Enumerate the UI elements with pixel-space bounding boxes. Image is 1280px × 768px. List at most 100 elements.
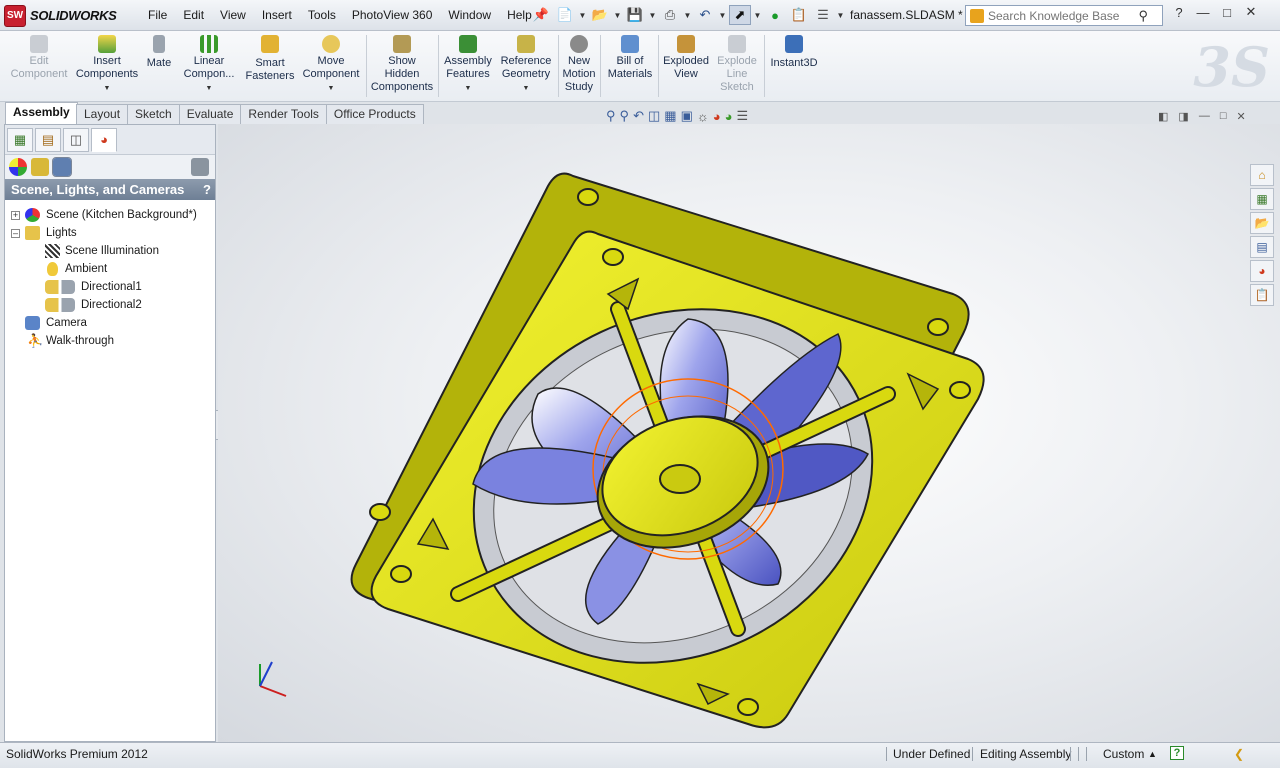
- panel-help-icon[interactable]: ?: [199, 179, 215, 200]
- apply-scene-icon[interactable]: ◕: [725, 109, 733, 124]
- split-right-icon[interactable]: ◨: [1178, 110, 1188, 123]
- help-icon[interactable]: ?: [1170, 5, 1188, 20]
- new-motion-study-button[interactable]: New Motion Study: [562, 35, 596, 94]
- undo-dropdown-icon[interactable]: ▼: [718, 5, 727, 25]
- scene-lights-cameras-icon[interactable]: [52, 157, 72, 177]
- tab-sketch[interactable]: Sketch: [127, 104, 180, 124]
- menu-view[interactable]: View: [212, 0, 254, 31]
- tree-item-scene[interactable]: + Scene (Kitchen Background*): [5, 206, 215, 224]
- select-cursor-icon[interactable]: ⬈: [729, 5, 751, 25]
- reference-geometry-dropdown-icon[interactable]: ▼: [498, 82, 554, 95]
- design-library-icon[interactable]: ▦: [1250, 188, 1274, 210]
- doc-restore-icon[interactable]: □: [1220, 110, 1227, 123]
- close-icon[interactable]: ✕: [1242, 4, 1260, 20]
- move-component-button[interactable]: Move Component ▼: [300, 35, 362, 95]
- new-dropdown-icon[interactable]: ▼: [578, 5, 587, 25]
- zoom-to-area-icon[interactable]: ⚲: [620, 108, 630, 124]
- appearances-scenes-icon[interactable]: ◕: [1250, 260, 1274, 282]
- search-icon[interactable]: ⚲: [1138, 8, 1148, 24]
- print-dropdown-icon[interactable]: ▼: [683, 5, 692, 25]
- property-manager-tab-icon[interactable]: ▤: [35, 127, 61, 152]
- tree-item-directional2[interactable]: Directional2: [5, 296, 215, 314]
- tab-office-products[interactable]: Office Products: [325, 104, 424, 124]
- mate-button[interactable]: Mate: [142, 35, 176, 70]
- insert-components-button[interactable]: Insert Components ▼: [74, 35, 140, 95]
- appearances-icon[interactable]: [9, 158, 27, 176]
- file-properties-icon[interactable]: 📋: [788, 5, 810, 25]
- panel-options-icon[interactable]: [191, 158, 209, 176]
- pin-icon[interactable]: 📌: [530, 5, 552, 25]
- view-orientation-icon[interactable]: ▦: [664, 108, 676, 124]
- section-view-icon[interactable]: ◫: [648, 108, 660, 124]
- fan-assembly-model[interactable]: [218, 124, 1280, 742]
- save-icon[interactable]: 💾: [624, 5, 646, 25]
- doc-close-icon[interactable]: ✕: [1236, 110, 1245, 123]
- save-dropdown-icon[interactable]: ▼: [648, 5, 657, 25]
- zoom-to-fit-icon[interactable]: ⚲: [606, 108, 616, 124]
- restore-icon[interactable]: □: [1218, 5, 1236, 20]
- reference-geometry-button[interactable]: Reference Geometry ▼: [498, 35, 554, 95]
- view-settings-icon[interactable]: ☰: [737, 108, 749, 124]
- solidworks-logo[interactable]: SW SOLIDWORKS: [4, 4, 130, 27]
- solidworks-resources-icon[interactable]: ⌂: [1250, 164, 1274, 186]
- undo-icon[interactable]: ↶: [694, 5, 716, 25]
- print-icon[interactable]: ⎙: [659, 5, 681, 25]
- options-dropdown-icon[interactable]: ▼: [836, 5, 845, 25]
- minimize-icon[interactable]: —: [1194, 5, 1212, 20]
- configuration-manager-tab-icon[interactable]: ◫: [63, 127, 89, 152]
- menu-insert[interactable]: Insert: [254, 0, 300, 31]
- view-palette-icon[interactable]: ▤: [1250, 236, 1274, 258]
- assembly-features-dropdown-icon[interactable]: ▼: [442, 82, 494, 95]
- tab-render-tools[interactable]: Render Tools: [240, 104, 327, 124]
- select-dropdown-icon[interactable]: ▼: [753, 5, 762, 25]
- graphics-area[interactable]: ⌂ ▦ 📂 ▤ ◕ 📋: [218, 124, 1280, 742]
- menu-edit[interactable]: Edit: [175, 0, 212, 31]
- unit-system[interactable]: Custom: [1103, 743, 1144, 765]
- quick-tips-help-icon[interactable]: ?: [1170, 746, 1184, 760]
- custom-properties-icon[interactable]: 📋: [1250, 284, 1274, 306]
- knowledge-base-search[interactable]: ⚲: [965, 5, 1163, 26]
- open-dropdown-icon[interactable]: ▼: [613, 5, 622, 25]
- linear-component-pattern-button[interactable]: Linear Compon... ▼: [178, 35, 240, 95]
- doc-minimize-icon[interactable]: —: [1199, 110, 1210, 123]
- tab-layout[interactable]: Layout: [76, 104, 129, 124]
- tree-item-lights[interactable]: – Lights: [5, 224, 215, 242]
- rebuild-traffic-light-icon[interactable]: ●: [764, 5, 786, 25]
- units-menu-icon[interactable]: ▲: [1148, 743, 1157, 765]
- edit-appearance-icon[interactable]: ◕: [713, 109, 721, 124]
- hide-show-items-icon[interactable]: ☼: [697, 109, 709, 124]
- options-icon[interactable]: ☰: [812, 5, 834, 25]
- tree-item-walkthrough[interactable]: ⛹ Walk-through: [5, 332, 215, 350]
- collapse-icon[interactable]: –: [11, 229, 20, 238]
- open-folder-icon[interactable]: 📂: [589, 5, 611, 25]
- move-component-dropdown-icon[interactable]: ▼: [300, 82, 362, 95]
- edit-component-button[interactable]: Edit Component: [8, 35, 70, 81]
- file-explorer-icon[interactable]: 📂: [1250, 212, 1274, 234]
- new-document-icon[interactable]: 📄: [554, 5, 576, 25]
- split-left-icon[interactable]: ◧: [1158, 110, 1168, 123]
- display-manager-tab-icon[interactable]: ◕: [91, 127, 117, 152]
- feature-manager-tab-icon[interactable]: ▦: [7, 127, 33, 152]
- tab-assembly[interactable]: Assembly: [5, 102, 78, 124]
- expand-icon[interactable]: +: [11, 211, 20, 220]
- tree-item-scene-illumination[interactable]: Scene Illumination: [5, 242, 215, 260]
- tab-evaluate[interactable]: Evaluate: [178, 104, 242, 124]
- display-style-icon[interactable]: ▣: [681, 108, 693, 124]
- previous-view-icon[interactable]: ↶: [633, 108, 644, 124]
- bill-of-materials-button[interactable]: Bill of Materials: [604, 35, 656, 81]
- tree-item-ambient[interactable]: Ambient: [5, 260, 215, 278]
- assembly-features-button[interactable]: Assembly Features ▼: [442, 35, 494, 95]
- decals-icon[interactable]: [31, 158, 49, 176]
- menu-photoview-360[interactable]: PhotoView 360: [344, 0, 441, 31]
- exploded-view-button[interactable]: Exploded View: [662, 35, 710, 81]
- smart-fasteners-button[interactable]: Smart Fasteners: [242, 35, 298, 83]
- search-input[interactable]: [988, 8, 1128, 23]
- show-hidden-components-button[interactable]: Show Hidden Components: [370, 35, 434, 94]
- menu-window[interactable]: Window: [440, 0, 499, 31]
- instant3d-button[interactable]: Instant3D: [768, 35, 820, 70]
- tree-item-directional1[interactable]: Directional1: [5, 278, 215, 296]
- tree-item-camera[interactable]: Camera: [5, 314, 215, 332]
- collapse-status-icon[interactable]: ❮: [1234, 743, 1244, 765]
- menu-tools[interactable]: Tools: [300, 0, 344, 31]
- linear-component-dropdown-icon[interactable]: ▼: [178, 82, 240, 95]
